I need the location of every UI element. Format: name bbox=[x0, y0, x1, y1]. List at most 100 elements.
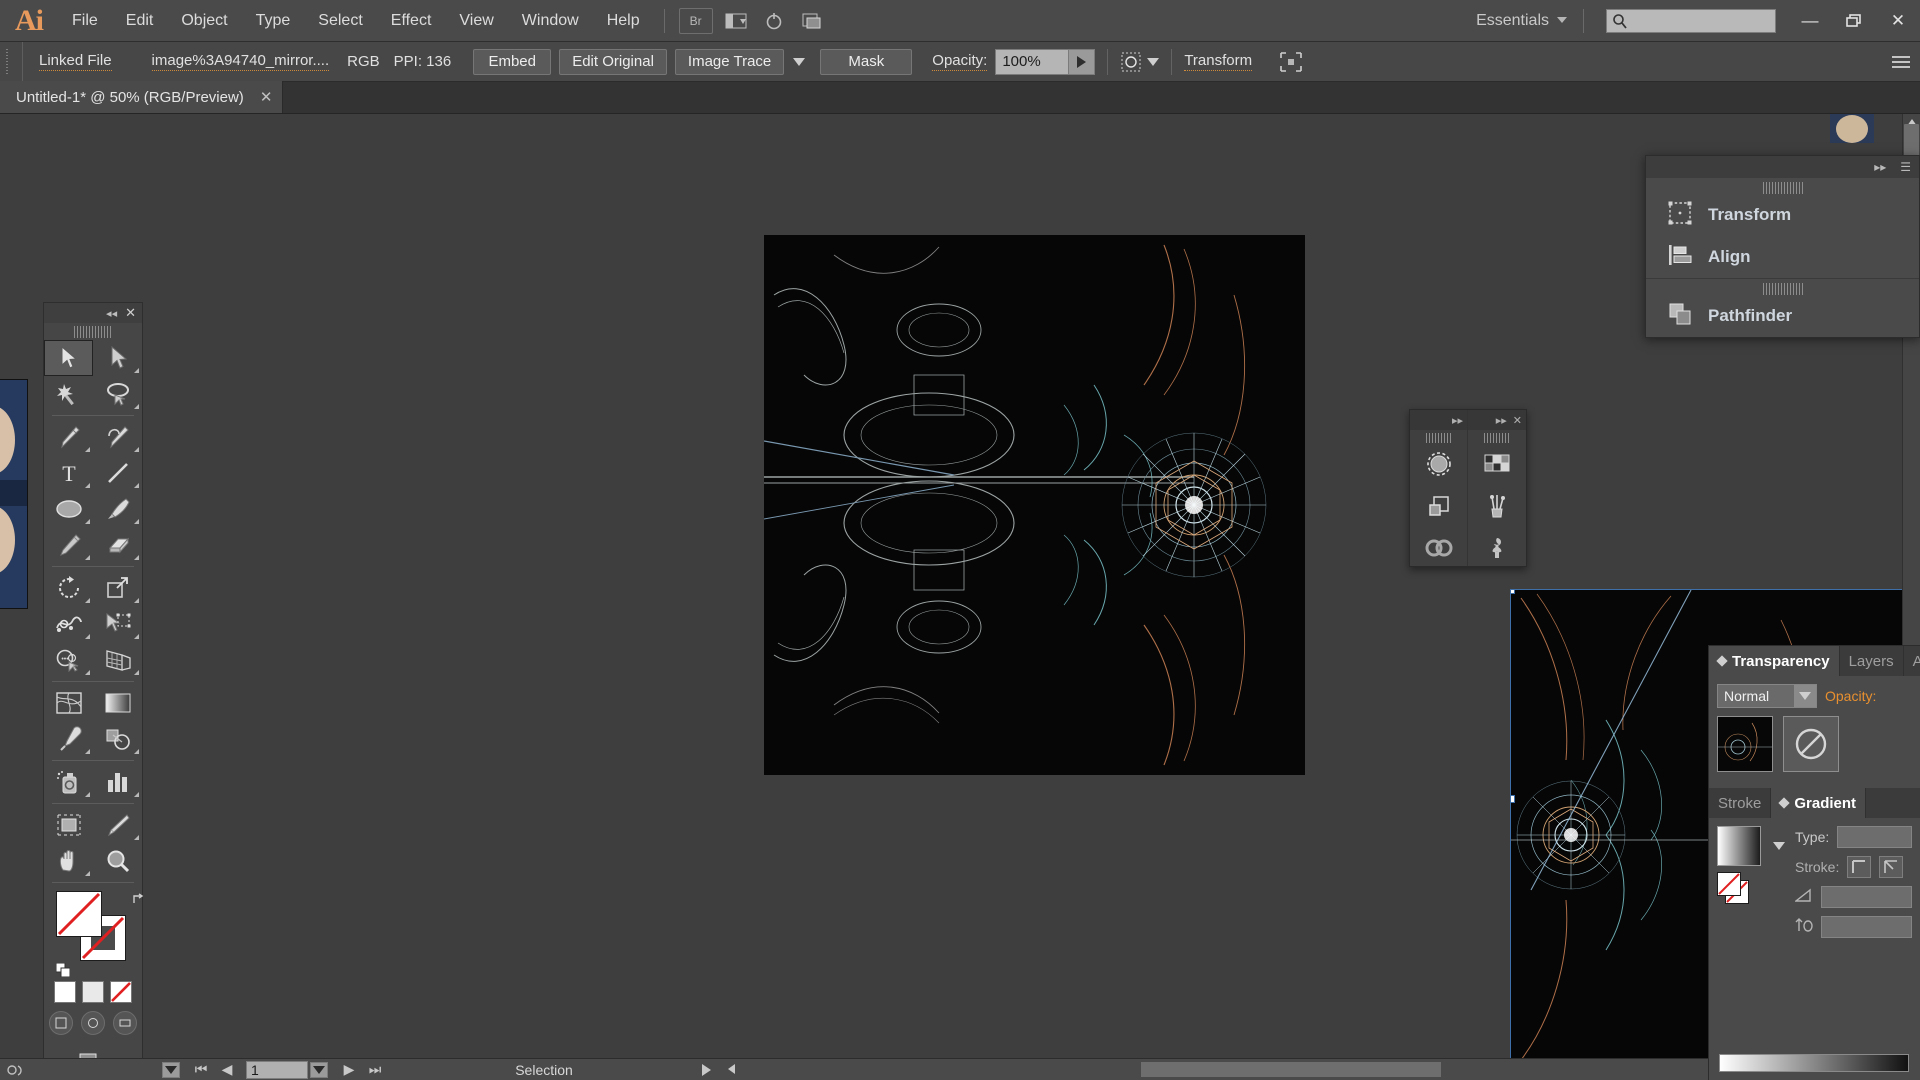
status-menu-arrow[interactable] bbox=[694, 1059, 718, 1080]
fill-swatch[interactable] bbox=[56, 891, 102, 937]
blend-mode-select[interactable]: Normal bbox=[1717, 684, 1817, 708]
menu-file[interactable]: File bbox=[58, 0, 112, 42]
image-trace-presets-dropdown[interactable] bbox=[786, 49, 812, 75]
tool-flyout-indicator[interactable] bbox=[85, 792, 90, 797]
tool-flyout-indicator[interactable] bbox=[134, 670, 139, 675]
pencil-tool[interactable] bbox=[44, 527, 93, 563]
expand-panels-icon[interactable]: ▸▸ bbox=[1496, 414, 1507, 427]
eyedropper-tool[interactable] bbox=[44, 721, 93, 757]
mask-button[interactable]: Mask bbox=[820, 48, 913, 75]
tool-flyout-indicator[interactable] bbox=[85, 447, 90, 452]
document-tab[interactable]: Untitled-1* @ 50% (RGB/Preview) ✕ bbox=[0, 81, 284, 113]
hand-tool[interactable] bbox=[44, 843, 93, 879]
scroll-left-button[interactable] bbox=[722, 1061, 740, 1077]
swap-fill-stroke-icon[interactable] bbox=[132, 893, 146, 911]
preferences-icon[interactable] bbox=[0, 1059, 30, 1080]
brush-libraries-icon[interactable] bbox=[1468, 485, 1526, 527]
selection-handle[interactable] bbox=[1511, 590, 1515, 594]
expand-panels-icon[interactable]: ▸▸ bbox=[1874, 160, 1886, 174]
tool-flyout-indicator[interactable] bbox=[85, 871, 90, 876]
screen-mode-icon[interactable] bbox=[113, 1011, 137, 1035]
symbols-icon[interactable] bbox=[1410, 485, 1467, 527]
creative-cloud-libraries-icon[interactable] bbox=[1410, 527, 1467, 569]
next-artboard-button[interactable]: ▶ bbox=[340, 1061, 358, 1079]
status-text[interactable]: Selection bbox=[394, 1059, 694, 1080]
tool-flyout-indicator[interactable] bbox=[85, 598, 90, 603]
tool-flyout-indicator[interactable] bbox=[134, 447, 139, 452]
tool-flyout-indicator[interactable] bbox=[134, 368, 139, 373]
close-button[interactable]: ✕ bbox=[1876, 6, 1920, 36]
tool-flyout-indicator[interactable] bbox=[85, 483, 90, 488]
slice-tool[interactable] bbox=[93, 807, 142, 843]
menu-type[interactable]: Type bbox=[242, 0, 305, 42]
column-graph-tool[interactable] bbox=[93, 764, 142, 800]
gradient-fill-swatch[interactable] bbox=[1717, 872, 1741, 896]
panel-item-transform[interactable]: Transform bbox=[1646, 194, 1919, 236]
tool-flyout-indicator[interactable] bbox=[134, 483, 139, 488]
tools-panel-grip[interactable] bbox=[74, 326, 112, 338]
menu-edit[interactable]: Edit bbox=[112, 0, 168, 42]
tab-layers[interactable]: Layers bbox=[1839, 646, 1904, 676]
menu-object[interactable]: Object bbox=[167, 0, 241, 42]
tab-transparency[interactable]: Transparency bbox=[1709, 646, 1840, 676]
opacity-label[interactable]: Opacity: bbox=[932, 52, 988, 71]
line-segment-tool[interactable] bbox=[93, 455, 142, 491]
ellipse-tool[interactable] bbox=[44, 491, 93, 527]
width-tool[interactable] bbox=[44, 606, 93, 642]
menu-select[interactable]: Select bbox=[304, 0, 376, 42]
embed-button[interactable]: Embed bbox=[473, 48, 552, 75]
none-button[interactable] bbox=[110, 981, 132, 1003]
flyout-grip[interactable] bbox=[1762, 182, 1803, 194]
previous-artboard-button[interactable]: ◀ bbox=[218, 1061, 236, 1079]
blend-tool[interactable] bbox=[93, 721, 142, 757]
tool-flyout-indicator[interactable] bbox=[134, 519, 139, 524]
stroke-gradient-within-icon[interactable] bbox=[1847, 856, 1872, 878]
flyout-header[interactable]: ▸▸ ☰ bbox=[1646, 156, 1919, 178]
linked-file-name[interactable]: image%3A94740_mirror.... bbox=[151, 52, 330, 71]
last-artboard-button[interactable]: ⏭ bbox=[366, 1061, 384, 1079]
tool-flyout-indicator[interactable] bbox=[134, 404, 139, 409]
opacity-stepper[interactable] bbox=[1069, 48, 1096, 75]
tool-flyout-indicator[interactable] bbox=[85, 670, 90, 675]
flyout-grip[interactable] bbox=[1762, 283, 1803, 295]
transform-link[interactable]: Transform bbox=[1184, 52, 1253, 71]
gradient-button[interactable] bbox=[82, 981, 104, 1003]
zoom-tool[interactable] bbox=[93, 843, 142, 879]
control-bar-grip[interactable] bbox=[4, 48, 14, 75]
tools-panel[interactable]: ◂◂ ✕ T ••• bbox=[43, 302, 146, 1075]
artboard-dropdown[interactable] bbox=[308, 1059, 330, 1080]
flyout-menu-icon[interactable]: ☰ bbox=[1900, 160, 1911, 174]
minimize-button[interactable]: — bbox=[1788, 6, 1832, 36]
tool-flyout-indicator[interactable] bbox=[85, 634, 90, 639]
selection-tool[interactable] bbox=[44, 340, 93, 376]
eraser-tool[interactable] bbox=[93, 527, 142, 563]
panel-group-flyout[interactable]: ▸▸ ☰ Transform Align Pathfinder bbox=[1645, 155, 1920, 338]
align-options-icon[interactable] bbox=[1274, 51, 1308, 73]
swatches-icon[interactable] bbox=[1468, 443, 1526, 485]
first-artboard-button[interactable]: ⏮ bbox=[192, 1061, 210, 1079]
tool-flyout-indicator[interactable] bbox=[134, 749, 139, 754]
object-thumbnail[interactable] bbox=[1717, 716, 1773, 772]
tool-flyout-indicator[interactable] bbox=[85, 749, 90, 754]
workspace-switcher[interactable]: Essentials bbox=[1470, 12, 1573, 30]
mini-dock-left-header[interactable]: ▸▸ bbox=[1410, 410, 1468, 430]
menu-view[interactable]: View bbox=[445, 0, 507, 42]
chevron-down-icon[interactable] bbox=[1794, 685, 1816, 707]
gradient-aspect-field[interactable] bbox=[1821, 916, 1912, 938]
gradient-slider[interactable] bbox=[1719, 1054, 1909, 1072]
curvature-tool[interactable] bbox=[93, 419, 142, 455]
collapse-icon[interactable]: ◂◂ bbox=[106, 307, 117, 320]
stroke-gradient-along-icon[interactable] bbox=[1879, 856, 1904, 878]
select-similar-options[interactable] bbox=[1120, 51, 1160, 73]
pen-tool[interactable] bbox=[44, 419, 93, 455]
right-panel-dock[interactable]: Transparency Layers A Normal Opacity: St… bbox=[1708, 645, 1920, 1080]
perspective-grid-tool[interactable] bbox=[93, 642, 142, 678]
shape-builder-tool[interactable]: ••• bbox=[44, 642, 93, 678]
panel-item-align[interactable]: Align bbox=[1646, 236, 1919, 278]
tab-appearance[interactable]: A bbox=[1903, 646, 1920, 676]
close-icon[interactable]: ✕ bbox=[260, 88, 273, 106]
free-transform-tool[interactable] bbox=[93, 606, 142, 642]
tool-flyout-indicator[interactable] bbox=[134, 792, 139, 797]
drawing-mode-normal-icon[interactable] bbox=[49, 1011, 73, 1035]
gradient-preview[interactable] bbox=[1717, 826, 1761, 866]
